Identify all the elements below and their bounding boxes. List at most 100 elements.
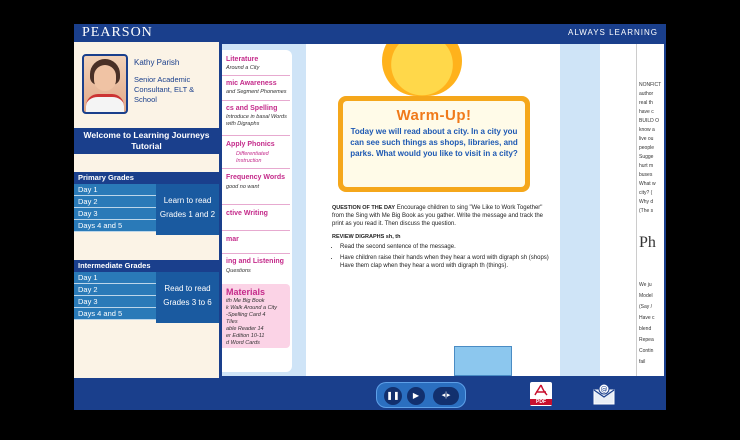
toc-item: cs and Spelling xyxy=(226,105,278,112)
toc-divider xyxy=(222,230,290,231)
right-column-line: real th xyxy=(639,100,653,106)
pdf-download-button[interactable]: PDF xyxy=(530,382,552,406)
primary-day-1[interactable]: Day 1 xyxy=(74,184,156,196)
right-column-line: fail xyxy=(639,359,646,365)
tagline: ALWAYS LEARNING xyxy=(568,28,658,37)
presenter-title: Senior Academic Consultant, ELT & School xyxy=(134,75,195,104)
primary-day-2[interactable]: Day 2 xyxy=(74,196,156,208)
pause-button[interactable]: ❚❚ xyxy=(384,387,402,405)
primary-description[interactable]: Learn to read Grades 1 and 2 xyxy=(156,184,219,235)
intermediate-day-2[interactable]: Day 2 xyxy=(74,284,156,296)
right-column-line: What w xyxy=(639,181,656,187)
intermediate-grades-heading: Intermediate Grades xyxy=(74,260,219,272)
primary-days-4-5[interactable]: Days 4 and 5 xyxy=(74,220,156,232)
toc-divider xyxy=(222,75,290,76)
toc-divider xyxy=(222,204,290,205)
warmup-frame: Warm-Up! Today we will read about a city… xyxy=(338,96,530,192)
presenter-name: Kathy Parish xyxy=(134,58,180,67)
intermediate-day-1[interactable]: Day 1 xyxy=(74,272,156,284)
toc-sub: good no want xyxy=(226,184,260,190)
presenter-photo xyxy=(82,54,128,114)
sidebar: Kathy Parish Senior Academic Consultant,… xyxy=(74,42,219,378)
intermediate-days-4-5[interactable]: Days 4 and 5 xyxy=(74,308,156,320)
question-label: QUESTION OF THE DAY xyxy=(332,205,396,211)
right-column-line: Have c xyxy=(639,315,655,321)
toc-divider xyxy=(222,253,290,254)
right-column-line: people xyxy=(639,145,655,151)
warmup-title: Warm-Up! xyxy=(396,107,472,124)
intermediate-grades-section: Intermediate Grades Day 1 Day 2 Day 3 Da… xyxy=(74,260,219,324)
right-column-line: (The s xyxy=(639,208,654,214)
right-column-line: Contin xyxy=(639,348,654,354)
photo-body xyxy=(86,94,124,112)
email-button[interactable]: @ xyxy=(592,382,616,406)
right-column-line: know a xyxy=(639,127,655,133)
materials-item: k Walk Around a City xyxy=(226,305,278,311)
right-column-line: BUILD O xyxy=(639,118,660,124)
toc-item: ing and Listening xyxy=(226,258,284,265)
brand-logo: PEARSON xyxy=(82,25,153,40)
toc-divider xyxy=(222,168,290,169)
review-bullet: Read the second sentence of the message. xyxy=(340,243,552,251)
right-column-line: We ju xyxy=(639,282,652,288)
right-column-line: Repea xyxy=(639,337,654,343)
primary-day-3[interactable]: Day 3 xyxy=(74,208,156,220)
book-spread: Warm-Up! Today we will read about a city… xyxy=(294,44,600,376)
right-column-line: author xyxy=(639,91,654,97)
right-column-line: Sugge xyxy=(639,154,654,160)
materials-item: able Reader 14 xyxy=(226,326,264,332)
page-viewer[interactable]: Literature Around a City mic Awareness a… xyxy=(220,42,666,378)
right-page-strip: NONFICT author real th have c BUILD O know a l… xyxy=(636,44,664,376)
toc-item: ctive Writing xyxy=(226,210,268,217)
toc-sub: Introduce in basal Words with Digraphs xyxy=(226,114,287,127)
toc-item: Apply Phonics xyxy=(226,141,275,148)
svg-text:@: @ xyxy=(601,386,608,394)
toc-sub: Questions xyxy=(226,268,251,274)
toc-item: mic Awareness xyxy=(226,80,277,87)
right-column-line: blend xyxy=(639,326,652,332)
primary-grades-heading: Primary Grades xyxy=(74,172,219,184)
toc-sub: Around a City xyxy=(226,65,260,71)
review-label: REVIEW DIGRAPHS sh, th xyxy=(332,234,401,240)
email-icon: @ xyxy=(593,383,615,405)
right-column-line: (Say / xyxy=(639,304,653,310)
materials-item: ith Me Big Book xyxy=(226,298,265,304)
intermediate-description[interactable]: Read to read Grades 3 to 6 xyxy=(156,272,219,323)
warmup-box: Warm-Up! Today we will read about a city… xyxy=(343,101,525,187)
primary-line-2: Grades 1 and 2 xyxy=(159,210,216,219)
big-book-thumbnail xyxy=(454,346,512,376)
header-bar: PEARSON ALWAYS LEARNING xyxy=(74,24,666,42)
sun-illustration xyxy=(382,44,462,96)
lesson-page: Warm-Up! Today we will read about a city… xyxy=(306,44,560,376)
intermediate-day-list: Day 1 Day 2 Day 3 Days 4 and 5 xyxy=(74,272,156,320)
intermediate-line-2: Grades 3 to 6 xyxy=(163,298,212,307)
primary-line-1: Learn to read xyxy=(163,196,212,205)
pdf-icon xyxy=(534,384,548,396)
audio-button[interactable]: ◂|▸ xyxy=(433,387,459,405)
right-column-line: Model xyxy=(639,293,653,299)
play-button[interactable]: ▶ xyxy=(407,387,425,405)
lesson-text: QUESTION OF THE DAY Encourage children t… xyxy=(332,204,552,273)
right-column-line: have c xyxy=(639,109,654,115)
intermediate-grades-body: Day 1 Day 2 Day 3 Days 4 and 5 Read to r… xyxy=(74,272,219,324)
toc-sub: and Segment Phonemes xyxy=(226,89,287,95)
primary-day-list: Day 1 Day 2 Day 3 Days 4 and 5 xyxy=(74,184,156,232)
toc-divider xyxy=(222,100,290,101)
intermediate-day-3[interactable]: Day 3 xyxy=(74,296,156,308)
pdf-label: PDF xyxy=(530,399,552,405)
right-column-line: buses xyxy=(639,172,653,178)
left-page-strip: Literature Around a City mic Awareness a… xyxy=(222,44,294,376)
toc-item: Frequency Words xyxy=(226,174,285,181)
photo-face xyxy=(94,65,116,91)
intermediate-line-1: Read to read xyxy=(164,284,211,293)
review-bullet: Have children raise their hands when the… xyxy=(340,254,552,270)
toc-item: Literature xyxy=(226,56,259,63)
lesson-toc: Literature Around a City mic Awareness a… xyxy=(222,50,292,372)
right-column-line: city? ( xyxy=(639,190,653,196)
materials-heading: Materials xyxy=(226,287,266,297)
materials-item: er Edition 10-11 xyxy=(226,333,265,339)
course-title: Welcome to Learning Journeys Tutorial xyxy=(74,128,219,154)
toc-divider xyxy=(222,135,290,136)
materials-item: -Spelling Card 4 xyxy=(226,312,266,318)
right-column-line: Ph xyxy=(639,234,656,251)
